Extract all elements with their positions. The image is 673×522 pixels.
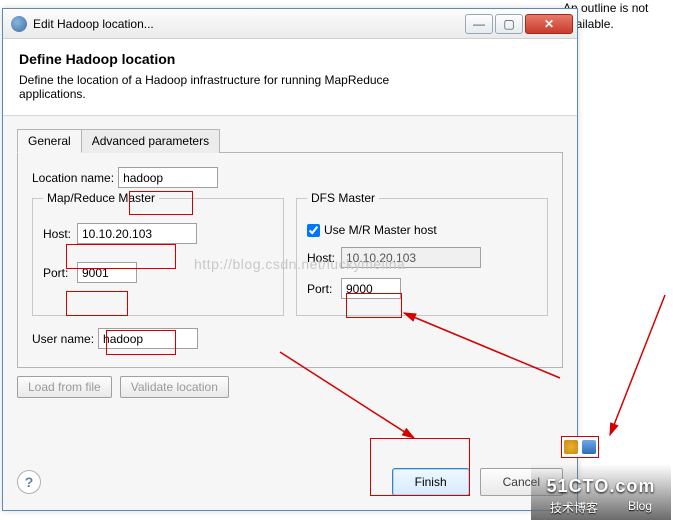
mr-host-label: Host: — [43, 227, 77, 241]
header-title: Define Hadoop location — [19, 51, 561, 67]
close-button[interactable]: ✕ — [525, 14, 573, 34]
dialog-content: General Advanced parameters Location nam… — [3, 116, 577, 398]
mr-port-label: Port: — [43, 266, 77, 280]
load-from-file-button[interactable]: Load from file — [17, 376, 112, 398]
mapreduce-icon[interactable] — [564, 440, 578, 454]
user-label: User name: — [32, 332, 94, 346]
window-title: Edit Hadoop location... — [33, 17, 465, 31]
use-mr-host-checkbox[interactable] — [307, 224, 320, 237]
mr-master-fieldset: Map/Reduce Master Host: Port: — [32, 198, 284, 316]
edit-hadoop-dialog: Edit Hadoop location... — ▢ ✕ Define Had… — [2, 8, 578, 511]
header-description: Define the location of a Hadoop infrastr… — [19, 73, 439, 101]
tab-advanced[interactable]: Advanced parameters — [81, 129, 220, 153]
user-row: User name: — [32, 328, 548, 349]
dfs-master-fieldset: DFS Master Use M/R Master host Host: Por… — [296, 198, 548, 316]
help-icon[interactable]: ? — [17, 470, 41, 494]
validate-location-button[interactable]: Validate location — [120, 376, 229, 398]
dfs-host-label: Host: — [307, 251, 341, 265]
titlebar[interactable]: Edit Hadoop location... — ▢ ✕ — [3, 9, 577, 39]
masters-row: Map/Reduce Master Host: Port: DFS Master — [32, 198, 548, 316]
location-label: Location name: — [32, 171, 114, 185]
dialog-header: Define Hadoop location Define the locati… — [3, 39, 577, 116]
user-input[interactable] — [98, 328, 198, 349]
outline-empty-text: An outline is not available. — [563, 0, 667, 32]
tab-general[interactable]: General — [17, 129, 82, 153]
toolbar-icons-highlight — [561, 436, 599, 458]
logo-brand: 51CTO.com — [547, 476, 656, 497]
logo-sub2: Blog — [628, 499, 652, 516]
dfs-port-label: Port: — [307, 282, 341, 296]
dfs-host-input — [341, 247, 481, 268]
tool-buttons: Load from file Validate location — [17, 376, 563, 398]
hadoop-icon[interactable] — [582, 440, 596, 454]
use-mr-host-label: Use M/R Master host — [324, 223, 437, 237]
mr-master-legend: Map/Reduce Master — [43, 191, 159, 205]
eclipse-icon — [11, 16, 27, 32]
location-input[interactable] — [118, 167, 218, 188]
location-row: Location name: — [32, 167, 548, 188]
minimize-button[interactable]: — — [465, 14, 493, 34]
mr-host-input[interactable] — [77, 223, 197, 244]
logo-sub1: 技术博客 — [550, 499, 598, 516]
window-controls: — ▢ ✕ — [465, 14, 573, 34]
dfs-master-legend: DFS Master — [307, 191, 379, 205]
watermark-logo: 51CTO.com 技术博客 Blog — [531, 464, 671, 520]
dfs-port-input[interactable] — [341, 278, 401, 299]
finish-button[interactable]: Finish — [392, 468, 470, 496]
tab-body-general: Location name: Map/Reduce Master Host: P… — [17, 152, 563, 368]
tabs: General Advanced parameters — [17, 128, 563, 152]
mr-port-input[interactable] — [77, 262, 137, 283]
dialog-footer: ? Finish Cancel — [3, 460, 577, 510]
maximize-button[interactable]: ▢ — [495, 14, 523, 34]
